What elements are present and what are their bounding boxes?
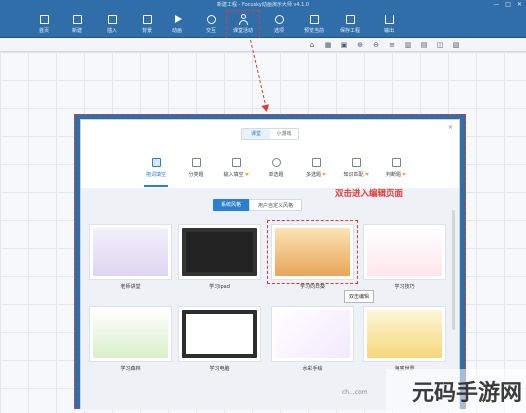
class-activity-dialog: × 课堂 小游戏 拖词填空 分类题 输入填空 单选题 多选题 知识匹配 判断题 … (80, 119, 460, 410)
preview-icon (309, 14, 320, 25)
tab-mini-game[interactable]: 小游戏 (270, 129, 298, 139)
template-card-watercolor[interactable] (271, 306, 354, 362)
single-choice-icon (271, 158, 281, 167)
export-icon (384, 14, 395, 25)
double-click-callout: 双击进入编辑页面 (335, 189, 404, 199)
template-label: 老师讲堂 (120, 284, 141, 290)
insert-icon (107, 14, 118, 25)
template-thumbnail (93, 310, 168, 358)
home-icon (39, 14, 50, 25)
minimize-button[interactable]: — (493, 0, 499, 10)
template-thumbnail (367, 310, 442, 358)
template-card-skills[interactable] (363, 224, 446, 280)
template-card-underwater[interactable] (363, 306, 446, 362)
template-label: 学习ipad (209, 284, 230, 290)
qtype-matching[interactable]: 知识匹配 (336, 156, 376, 184)
toolbar-background-button[interactable]: 背景 (133, 12, 161, 36)
edit-tooltip: 双击编辑 (344, 290, 375, 303)
window-titlebar: 新建工程 - Focusky动画演示大师 v4.1.0 (0, 0, 526, 10)
drag-fill-icon (151, 158, 161, 167)
fit-icon[interactable]: ▣ (340, 41, 348, 49)
tab-classroom[interactable]: 课堂 (242, 129, 270, 139)
qtype-input-fill[interactable]: 输入填空 (216, 156, 256, 184)
matching-icon (351, 158, 361, 167)
interaction-icon (206, 14, 217, 25)
template-thumbnail (182, 228, 257, 276)
zoom-in-icon[interactable]: ⊕ (356, 41, 364, 49)
toolbar-insert-button[interactable]: 插入 (98, 12, 126, 36)
sub-toolbar: ⌂ ▦ ▣ ⊕ ⊖ ≡ ▥ ▤ ◫ ▧ (0, 38, 526, 52)
close-icon[interactable]: × (448, 124, 453, 131)
animation-icon (172, 14, 183, 25)
more-icon[interactable]: ▧ (452, 41, 460, 49)
window-controls: — □ ✕ (493, 0, 522, 10)
template-label: 学习电脑 (209, 366, 230, 372)
template-card-forest[interactable] (89, 306, 172, 362)
watermark-logo: 元码手游网 (411, 381, 522, 406)
template-thumbnail (93, 228, 168, 276)
main-toolbar: 首页 新建 插入 背景 动画 交互 课堂活动 选项 预览当前 保存工程 输出 (0, 10, 526, 38)
template-label: 水彩手绘 (302, 366, 323, 372)
class-activity-highlight (226, 10, 260, 40)
toolbar-preview-button[interactable]: 预览当前 (300, 12, 328, 36)
template-card-ipad[interactable] (178, 224, 261, 280)
template-thumbnail (367, 228, 442, 276)
template-card-computer[interactable] (178, 306, 261, 362)
save-icon (345, 14, 356, 25)
multi-choice-icon (311, 158, 321, 167)
qtype-single-choice[interactable]: 单选题 (256, 156, 296, 184)
classify-icon (191, 158, 201, 167)
options-icon (274, 14, 285, 25)
true-false-icon (391, 158, 401, 167)
qtype-drag-fill[interactable]: 拖词填空 (136, 156, 176, 184)
qtype-true-false[interactable]: 判断题 (376, 156, 416, 184)
toolbar-interaction-button[interactable]: 交互 (197, 12, 225, 36)
template-label: 学习森林 (120, 366, 141, 372)
toolbar-animation-button[interactable]: 动画 (163, 12, 191, 36)
background-icon (142, 14, 153, 25)
maximize-button[interactable]: □ (505, 0, 511, 10)
active-type-underline (144, 185, 168, 187)
template-thumbnail (275, 310, 350, 358)
template-label: 学习向日葵 (299, 284, 325, 290)
input-fill-icon (231, 158, 241, 167)
layer-icon[interactable]: ▤ (420, 41, 428, 49)
template-label: 学习技巧 (394, 284, 415, 290)
selected-template-frame (267, 220, 358, 284)
qtype-multi-choice[interactable]: 多选题 (296, 156, 336, 184)
grid-icon[interactable]: ▦ (324, 41, 332, 49)
window-title: 新建工程 - Focusky动画演示大师 v4.1.0 (216, 2, 310, 8)
tab-system-style[interactable]: 系统风格 (213, 199, 250, 211)
template-thumbnail (182, 310, 257, 358)
toolbar-save-button[interactable]: 保存工程 (336, 12, 364, 36)
zoom-out-icon[interactable]: ⊖ (372, 41, 380, 49)
dialog-top-tabs: 课堂 小游戏 (241, 128, 299, 140)
qtype-classify[interactable]: 分类题 (176, 156, 216, 184)
template-scrollbar[interactable] (452, 210, 455, 330)
align-icon[interactable]: ≡ (388, 41, 396, 49)
lock-icon[interactable]: ◫ (436, 41, 444, 49)
tab-custom-style[interactable]: 用户自定义风格 (249, 199, 303, 211)
toolbar-home-button[interactable]: 首页 (30, 12, 58, 36)
close-window-button[interactable]: ✕ (517, 0, 522, 10)
toolbar-new-button[interactable]: 新建 (63, 12, 91, 36)
new-icon (72, 14, 83, 25)
style-tabs: 系统风格 用户自定义风格 (213, 199, 303, 211)
question-type-bar: 拖词填空 分类题 输入填空 单选题 多选题 知识匹配 判断题 (136, 156, 416, 184)
watermark-url: ch...com (342, 389, 368, 396)
toolbar-export-button[interactable]: 输出 (375, 12, 403, 36)
home-view-icon[interactable]: ⌂ (308, 41, 316, 49)
template-card-teacher[interactable] (89, 224, 172, 280)
layout-icon[interactable]: ▥ (404, 41, 412, 49)
toolbar-options-button[interactable]: 选项 (265, 12, 293, 36)
